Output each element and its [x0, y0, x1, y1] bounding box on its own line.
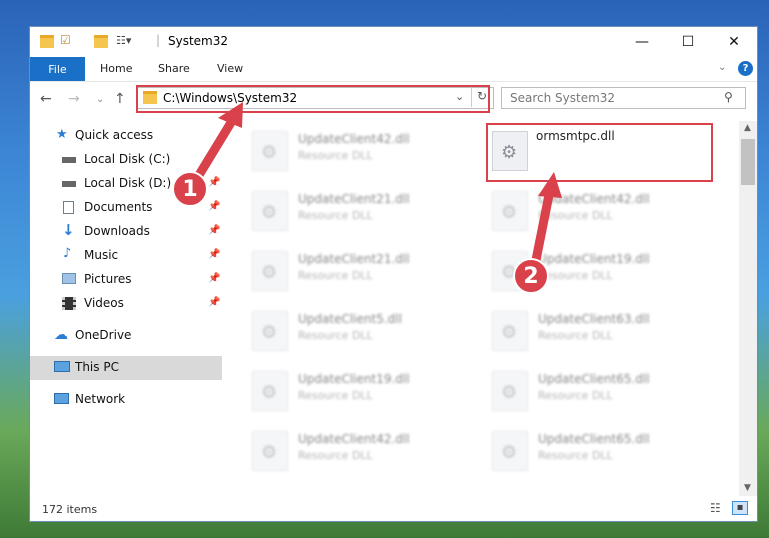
arrow-2-head: [538, 172, 562, 198]
step-2-badge: 2: [513, 258, 549, 294]
arrow-1-shaft: [191, 111, 240, 185]
annotation-arrows: [191, 102, 562, 275]
step-1-badge: 1: [172, 171, 208, 207]
